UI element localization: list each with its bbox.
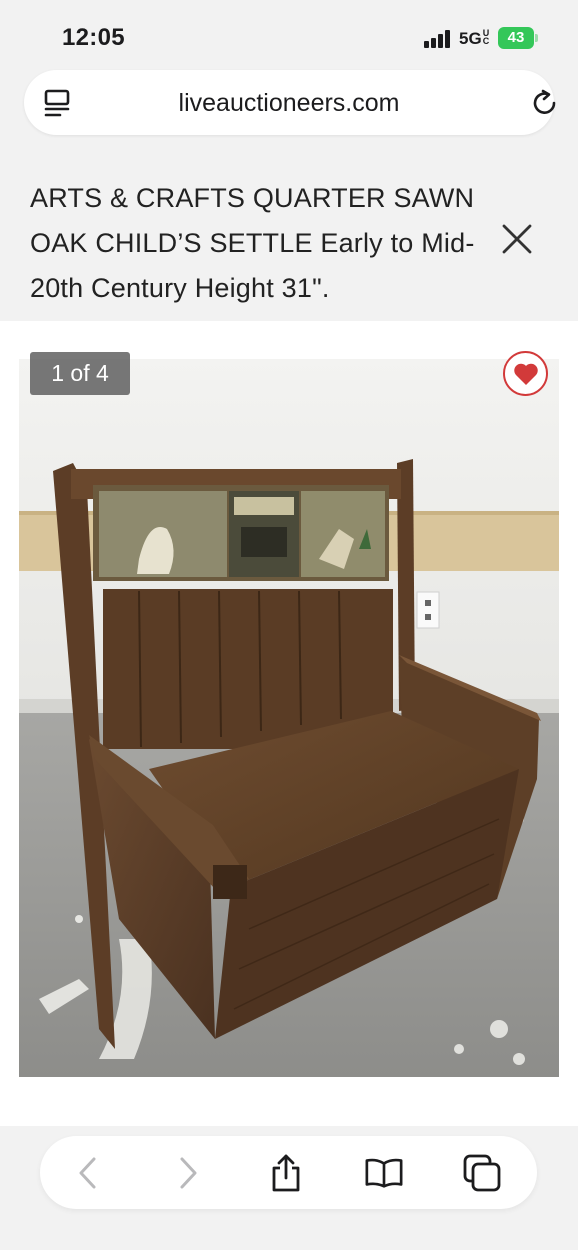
book-icon bbox=[365, 1158, 403, 1188]
forward-button[interactable] bbox=[168, 1153, 208, 1193]
battery-level: 43 bbox=[498, 27, 534, 49]
image-counter: 1 of 4 bbox=[30, 352, 130, 395]
chevron-right-icon bbox=[180, 1157, 197, 1189]
listing-header: ARTS & CRAFTS QUARTER SAWN OAK CHILD’S S… bbox=[0, 160, 578, 320]
status-bar: 12:05 5GUC 43 bbox=[0, 0, 578, 70]
network-label: 5GUC bbox=[459, 28, 490, 49]
back-button[interactable] bbox=[68, 1153, 108, 1193]
status-time: 12:05 bbox=[62, 24, 125, 51]
gallery-area bbox=[0, 321, 578, 1126]
listing-photo[interactable] bbox=[19, 359, 559, 1077]
reload-icon[interactable] bbox=[530, 88, 560, 118]
share-icon bbox=[272, 1154, 300, 1192]
battery-icon: 43 bbox=[498, 27, 538, 49]
favorite-button[interactable] bbox=[503, 351, 548, 396]
chevron-left-icon bbox=[79, 1157, 96, 1189]
listing-title: ARTS & CRAFTS QUARTER SAWN OAK CHILD’S S… bbox=[30, 183, 475, 303]
signal-icon bbox=[424, 30, 454, 48]
tabs-button[interactable] bbox=[462, 1153, 502, 1193]
share-button[interactable] bbox=[266, 1153, 306, 1193]
close-icon[interactable] bbox=[500, 222, 534, 256]
bookmarks-button[interactable] bbox=[364, 1153, 404, 1193]
address-bar[interactable]: liveauctioneers.com bbox=[24, 70, 556, 135]
browser-toolbar bbox=[40, 1136, 537, 1209]
tabs-icon bbox=[463, 1154, 501, 1192]
heart-icon bbox=[514, 363, 538, 385]
url-text[interactable]: liveauctioneers.com bbox=[24, 89, 554, 118]
